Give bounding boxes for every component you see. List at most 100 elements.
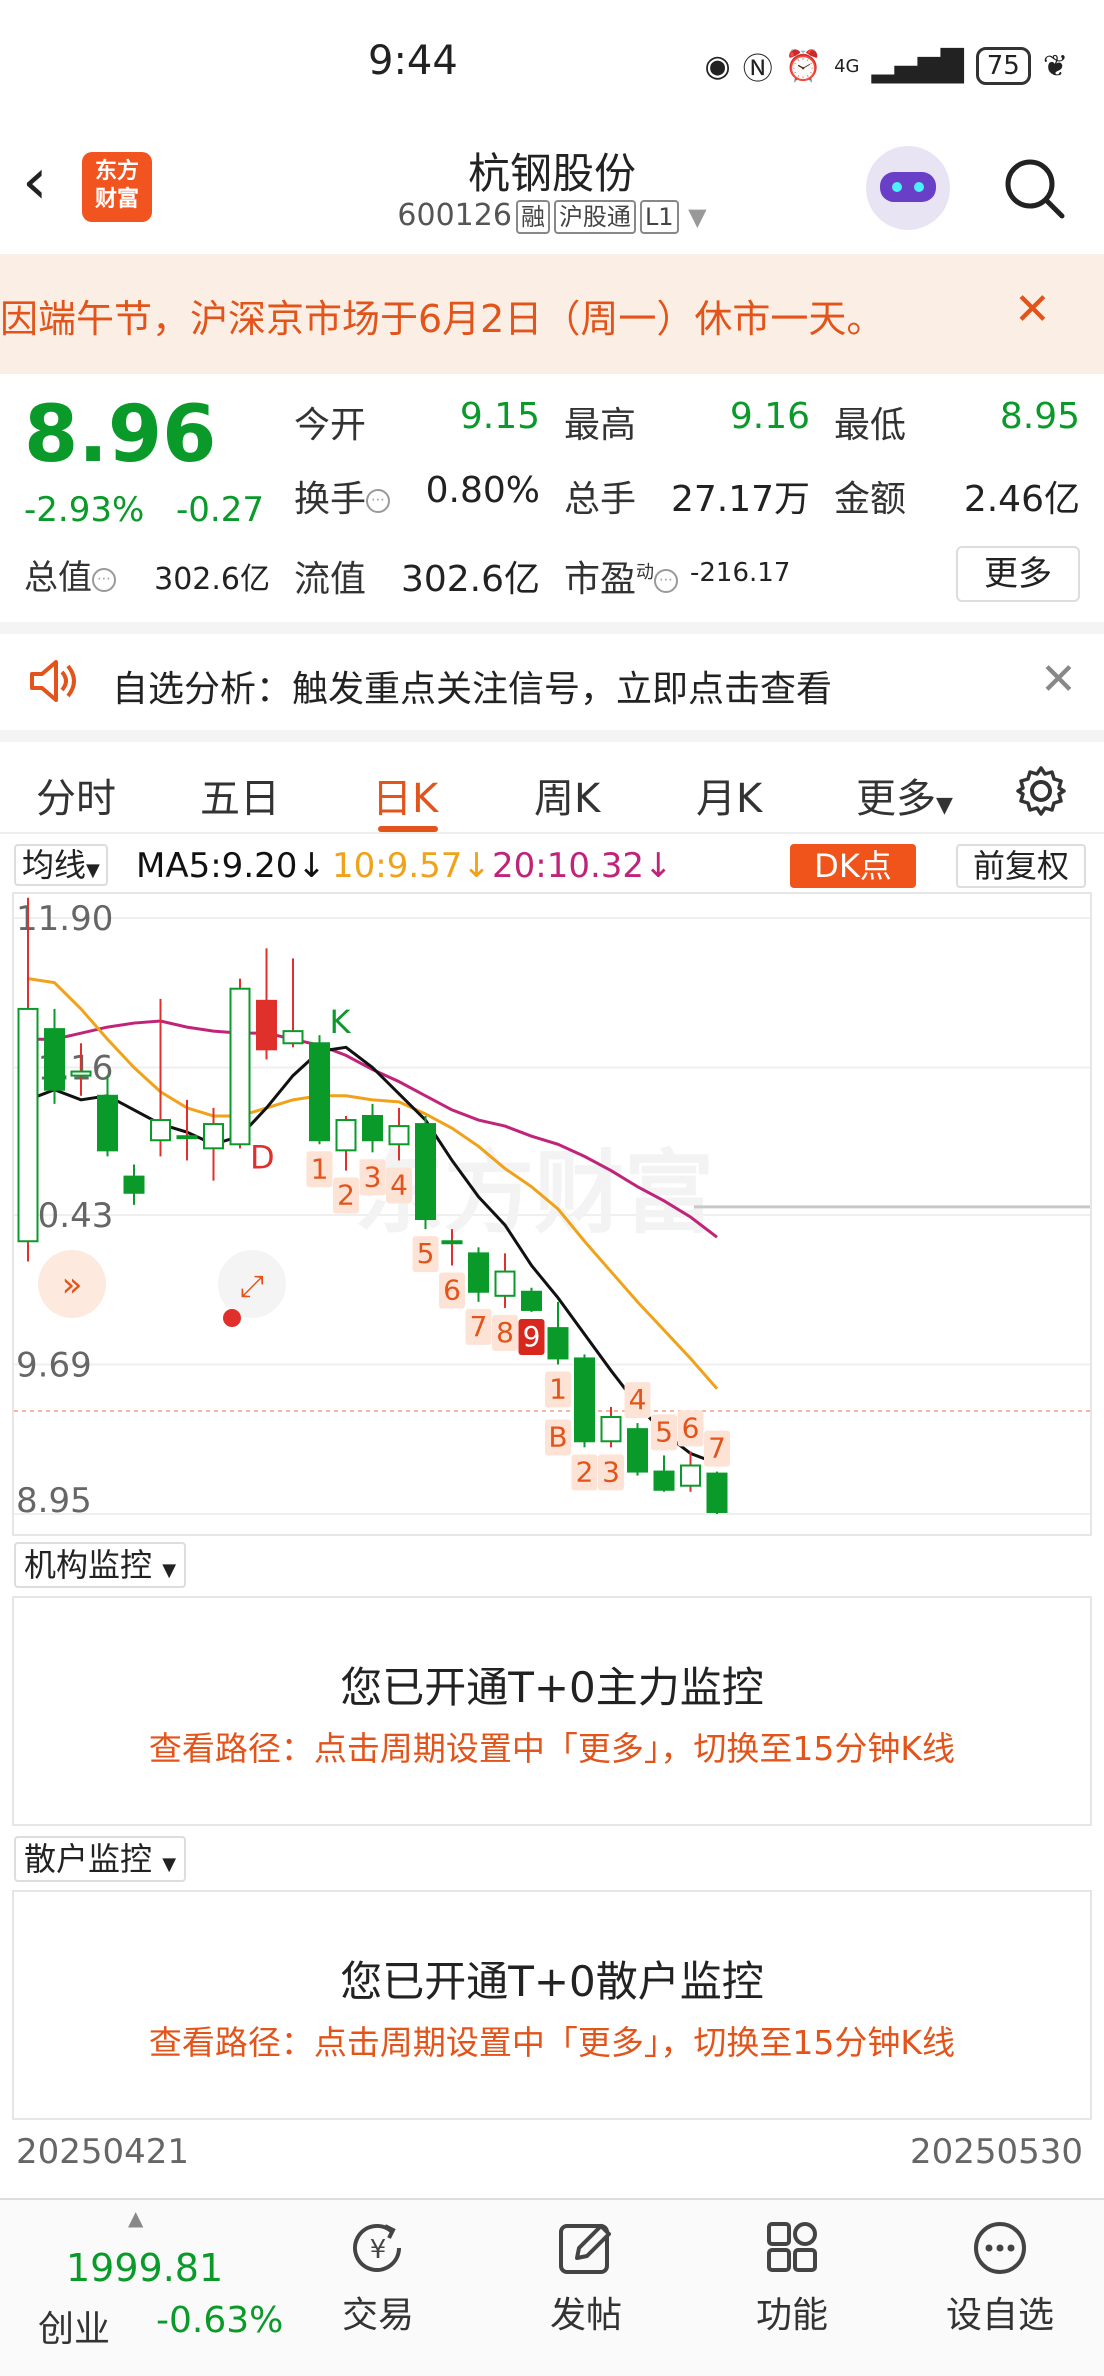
nav-post[interactable]: 发帖	[516, 2218, 656, 2338]
bottom-nav: ▲ 1999.81 创业 -0.63% ¥ 交易 发帖 功能 设自选	[0, 2198, 1104, 2376]
candle-body	[176, 1135, 198, 1140]
analysis-text: 自选分析：触发重点关注信号，立即点击查看	[112, 669, 833, 710]
nfc-icon: Ⓝ	[742, 52, 773, 87]
holiday-notice[interactable]: 因端午节，沪深京市场于6月2日（周一）休市一天。 ✕	[0, 254, 1104, 374]
high-value: 9.16	[729, 396, 810, 437]
nav-watchlist-label: 设自选	[945, 2295, 1054, 2336]
dropdown-icon: ▼	[936, 793, 953, 818]
candle-body	[574, 1357, 595, 1443]
candle-body	[309, 1042, 330, 1142]
info-icon[interactable]: ⋯	[366, 489, 391, 513]
candle-body	[203, 1123, 224, 1150]
nav-trade[interactable]: ¥ 交易	[308, 2218, 448, 2338]
double-chevron-icon: »	[62, 1265, 83, 1305]
tag-level: L1	[639, 200, 679, 234]
info-icon[interactable]: ⋯	[654, 569, 679, 593]
alarm-icon: ⏰	[784, 48, 823, 84]
kline-chart[interactable]: 11.9011.1610.439.698.95东方财富DK1234567891B…	[12, 892, 1092, 1536]
signal-number: 9	[523, 1320, 541, 1353]
candle-body	[97, 1094, 118, 1152]
candle-body	[441, 1240, 463, 1245]
stock-code: 600126	[397, 198, 512, 233]
info-icon[interactable]: ⋯	[92, 567, 116, 592]
tag-margin: 融	[515, 200, 550, 234]
amount-value: 2.46亿	[963, 479, 1080, 520]
tag-connect: 沪股通	[553, 200, 636, 234]
pe-superscript: 动	[636, 562, 655, 583]
volume-value: 27.17万	[670, 479, 810, 520]
speaker-icon	[30, 660, 76, 702]
candle-body	[123, 1175, 145, 1194]
signal-number: 4	[390, 1168, 408, 1201]
candle-body	[256, 999, 277, 1051]
analysis-banner[interactable]: 自选分析：触发重点关注信号，立即点击查看 ✕	[0, 622, 1104, 730]
gear-icon[interactable]	[1014, 764, 1068, 818]
inst-monitor-title: 您已开通T+0主力监控	[340, 1663, 764, 1712]
expand-up-icon: ▲	[128, 2206, 144, 2230]
eye-icon: ◉	[704, 48, 731, 84]
signal-number: 3	[602, 1455, 620, 1488]
tab-daily-k[interactable]: 日K	[372, 766, 438, 824]
candle-body	[653, 1470, 675, 1491]
close-icon[interactable]: ✕	[1014, 284, 1051, 335]
nav-watchlist[interactable]: 设自选	[930, 2218, 1070, 2338]
open-value: 9.15	[459, 396, 540, 437]
candle-body	[706, 1472, 728, 1513]
ma10-label: 10:9.57↓	[332, 846, 491, 886]
tab-monthly-k[interactable]: 月K	[696, 766, 762, 824]
tab-more[interactable]: 更多▼	[856, 766, 953, 824]
candle-body	[521, 1290, 542, 1311]
retail-monitor-select[interactable]: 散户监控 ▼	[14, 1836, 187, 1882]
index-name: 创业	[38, 2309, 111, 2350]
status-time: 9:44	[368, 38, 458, 84]
ma-select[interactable]: 均线▼	[14, 844, 108, 886]
period-tabs: 分时 五日 日K 周K 月K 更多▼	[0, 730, 1104, 834]
inst-monitor-select[interactable]: 机构监控 ▼	[14, 1542, 187, 1588]
tab-weekly-k[interactable]: 周K	[534, 766, 600, 824]
ma5-label: MA5:9.20↓	[136, 846, 326, 886]
adjust-button[interactable]: 前复权	[956, 844, 1086, 888]
candle-body	[44, 1028, 65, 1091]
nav-functions[interactable]: 功能	[722, 2218, 862, 2338]
inst-monitor-card[interactable]: 您已开通T+0主力监控 查看路径：点击周期设置中「更多」，切换至15分钟K线	[12, 1596, 1092, 1826]
signal-k: K	[330, 1003, 352, 1041]
signal-number: 6	[682, 1411, 700, 1444]
assistant-robot-icon[interactable]	[866, 146, 950, 230]
turnover-label: 换手 ⋯	[294, 470, 391, 522]
close-icon[interactable]: ✕	[1040, 654, 1077, 705]
active-tab-indicator	[378, 826, 438, 832]
tab-intraday[interactable]: 分时	[36, 766, 116, 824]
retail-monitor-title: 您已开通T+0散户监控	[340, 1957, 764, 2006]
signal-number: 5	[417, 1237, 435, 1270]
retail-monitor-card[interactable]: 您已开通T+0散户监控 查看路径：点击周期设置中「更多」，切换至15分钟K线	[12, 1890, 1092, 2120]
dk-point-button[interactable]: DK点	[790, 844, 916, 888]
signal-number: 2	[337, 1179, 355, 1212]
ma20-label: 20:10.32↓	[492, 846, 673, 886]
signal-number: B	[548, 1420, 567, 1453]
edit-icon	[559, 2224, 611, 2274]
candle-body	[547, 1327, 569, 1360]
y-tick-label: 8.95	[16, 1481, 92, 1521]
more-dots-icon	[974, 2222, 1026, 2274]
search-icon[interactable]	[1000, 154, 1070, 224]
tab-five-day[interactable]: 五日	[200, 766, 280, 824]
candle-body	[494, 1270, 516, 1297]
status-icons: ◉ Ⓝ ⏰ 4G ▂▄▆█ 75 ❦	[705, 44, 1068, 88]
candle-body	[627, 1428, 648, 1473]
date-end: 20250530	[910, 2132, 1084, 2172]
amount-label: 金额	[834, 479, 907, 520]
candle-body	[388, 1125, 410, 1146]
candle-body	[17, 1007, 39, 1243]
low-value: 8.95	[999, 396, 1080, 437]
high-label: 最高	[564, 405, 637, 446]
candle-body	[680, 1464, 701, 1487]
low-label: 最低	[834, 405, 907, 446]
kline-svg[interactable]: 11.9011.1610.439.698.95东方财富DK1234567891B…	[14, 894, 1090, 1534]
nav-post-label: 发帖	[549, 2295, 622, 2336]
more-button[interactable]: 更多	[956, 546, 1080, 602]
signal-icon: ▂▄▆█	[871, 48, 964, 84]
signal-number: 4	[629, 1383, 647, 1416]
dropdown-icon: ▼	[688, 203, 707, 231]
trade-icon: ¥	[353, 2223, 401, 2272]
turnover-value: 0.80%	[425, 470, 540, 511]
